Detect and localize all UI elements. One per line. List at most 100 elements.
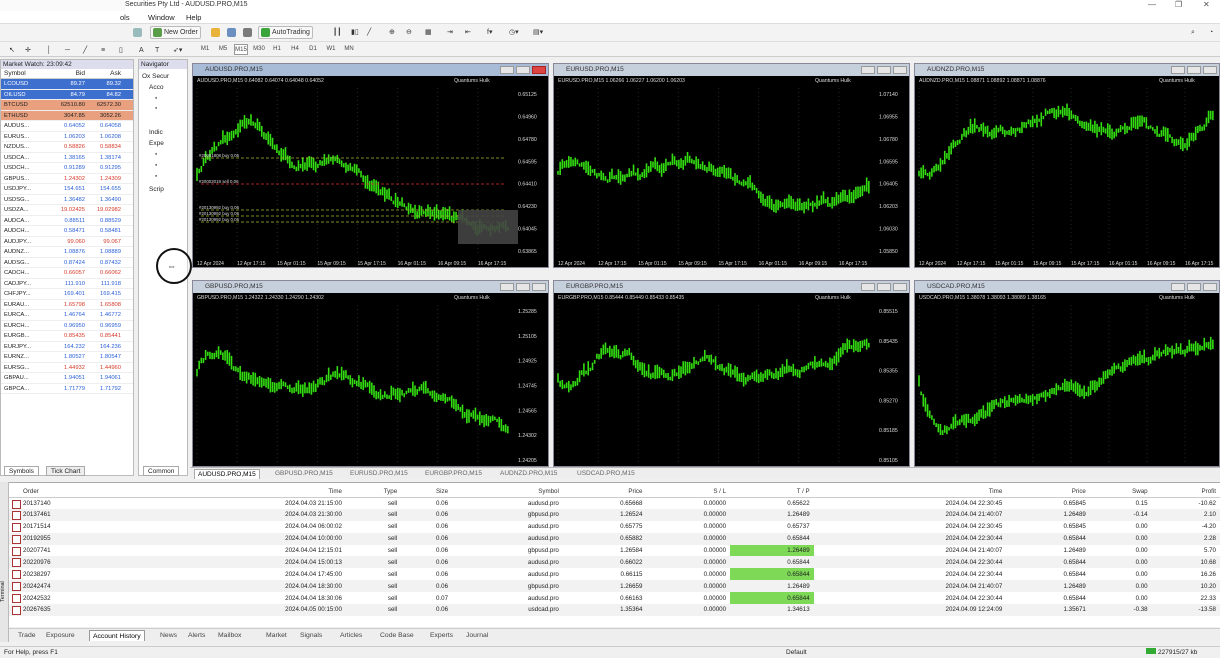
market-watch-row[interactable]: EURAU... 1.65798 1.65808: [1, 299, 133, 310]
terminal-tab-account-history[interactable]: Account History: [89, 630, 145, 641]
table-row[interactable]: 20137461 2024.04.03 21:30:00 sell 0.06 gbpus…: [9, 508, 1220, 521]
nav-subitem[interactable]: ▪: [155, 173, 157, 180]
market-watch-row[interactable]: LCOUSD 89.27 89.32: [1, 79, 133, 90]
table-row[interactable]: 20137140 2024.04.03 21:15:00 sell 0.06 audus…: [9, 497, 1220, 509]
timeframe-h1[interactable]: H1: [270, 44, 284, 55]
table-row[interactable]: 20220976 2024.04.04 15:00:13 sell 0.06 audus…: [9, 556, 1220, 569]
timeframe-w1[interactable]: W1: [324, 44, 338, 55]
market-watch-row[interactable]: CHFJPY... 169.401 169.415: [1, 289, 133, 300]
market-watch-row[interactable]: BTCUSD 62510.80 62572.30: [1, 100, 133, 111]
chart-tab-audnzd[interactable]: AUDNZD.PRO,M15: [497, 469, 560, 479]
column-header[interactable]: Size: [401, 486, 453, 498]
tab-symbols[interactable]: Symbols: [4, 466, 39, 476]
market-watch-row[interactable]: AUDUS... 0.64052 0.64058: [1, 121, 133, 132]
terminal-tab-mailbox[interactable]: Mailbox: [215, 630, 244, 641]
text-icon[interactable]: A: [136, 44, 147, 57]
chart-window-gbpusd[interactable]: GBPUSD.PRO,M15 1.25285 1.25105 1.24925 1.247…: [192, 280, 549, 467]
column-header[interactable]: Time: [153, 486, 346, 498]
chart-new-icon[interactable]: [130, 26, 147, 39]
terminal-tab-trade[interactable]: Trade: [15, 630, 39, 641]
column-header[interactable]: Swap: [1089, 486, 1152, 498]
timeframe-m5[interactable]: M5: [216, 44, 230, 55]
terminal-tab-articles[interactable]: Articles: [337, 630, 365, 641]
market-watch-row[interactable]: AUDJPY... 99.060 99.067: [1, 236, 133, 247]
chart-window-audusd[interactable]: AUDUSD.PRO,M15 0.65125 0.64960 0.64780 0.645…: [192, 63, 549, 268]
table-row[interactable]: 20242474 2024.04.04 18:30:00 sell 0.06 gbpus…: [9, 580, 1220, 593]
search-icon[interactable]: ⌕: [1188, 26, 1198, 39]
maximize-button[interactable]: ❐: [1175, 0, 1182, 9]
market-watch-row[interactable]: ETHUSD 3047.85 3052.26: [1, 110, 133, 121]
menu-window[interactable]: Window: [148, 13, 175, 22]
templates-icon[interactable]: ▤▾: [530, 26, 546, 39]
terminal-tab-market[interactable]: Market: [263, 630, 290, 641]
timeframe-d1[interactable]: D1: [306, 44, 320, 55]
market-watch-row[interactable]: EURCH... 0.96950 0.96959: [1, 320, 133, 331]
market-watch-row[interactable]: EURCA... 1.46764 1.46772: [1, 310, 133, 321]
market-watch-row[interactable]: AUDNZ... 1.08876 1.08889: [1, 247, 133, 258]
trendline-icon[interactable]: ╱: [80, 44, 90, 57]
signals-icon[interactable]: [224, 26, 241, 39]
market-watch-row[interactable]: USDJPY... 154.651 154.655: [1, 184, 133, 195]
nav-item-securities[interactable]: Ox Secur: [142, 73, 169, 80]
column-header[interactable]: Profit: [1151, 486, 1220, 498]
market-watch-row[interactable]: EURGB... 0.85435 0.85441: [1, 331, 133, 342]
line-chart-icon[interactable]: ╱: [364, 26, 374, 39]
column-header[interactable]: Price: [562, 486, 647, 498]
table-row[interactable]: 20171514 2024.04.04 06:00:02 sell 0.06 audus…: [9, 521, 1220, 533]
timeframe-m30[interactable]: M30: [252, 44, 266, 55]
chart-window-eurgbp[interactable]: EURGBP.PRO,M15 0.85515 0.85435 0.85355 0.852…: [553, 280, 910, 467]
market-watch-row[interactable]: OILUSD 84.79 84.82: [1, 89, 133, 100]
tab-tick-chart[interactable]: Tick Chart: [46, 466, 86, 476]
table-row[interactable]: 20207741 2024.04.04 12:15:01 sell 0.06 gbpus…: [9, 544, 1220, 557]
market-watch-row[interactable]: AUDCH... 0.58471 0.58481: [1, 226, 133, 237]
bar-chart-icon[interactable]: ┃┃: [330, 26, 344, 39]
market-watch-row[interactable]: USDZA... 19.02425 19.02982: [1, 205, 133, 216]
auto-trading-button[interactable]: AutoTrading: [258, 26, 313, 39]
terminal-tab-signals[interactable]: Signals: [297, 630, 325, 641]
timeframe-mn[interactable]: MN: [342, 44, 356, 55]
new-order-button[interactable]: New Order: [150, 26, 201, 39]
terminal-tab-news[interactable]: News: [157, 630, 180, 641]
nav-subitem[interactable]: ▪: [155, 95, 157, 102]
periods-icon[interactable]: ◷▾: [506, 26, 522, 39]
column-header[interactable]: Symbol: [452, 486, 563, 498]
nav-subitem[interactable]: ▪: [155, 162, 157, 169]
menu-tools[interactable]: ols: [120, 13, 130, 22]
account-icon[interactable]: ◔: [1206, 26, 1216, 39]
timeframe-m15[interactable]: M15: [234, 44, 248, 55]
market-watch-row[interactable]: USDSG... 1.36482 1.36490: [1, 194, 133, 205]
zoom-in-icon[interactable]: ⊕: [386, 26, 398, 39]
market-watch-row[interactable]: EURJPY... 164.232 164.236: [1, 341, 133, 352]
nav-subitem[interactable]: ▪: [155, 105, 157, 112]
metaeditor-icon[interactable]: [208, 26, 225, 39]
nav-subitem[interactable]: ▪: [155, 151, 157, 158]
market-watch-row[interactable]: USDCH... 0.91289 0.91295: [1, 163, 133, 174]
cursor-icon[interactable]: ↖: [6, 44, 18, 57]
table-row[interactable]: 20192955 2024.04.04 10:00:00 sell 0.06 audus…: [9, 532, 1220, 545]
column-header[interactable]: Time: [813, 486, 1007, 498]
tile-windows-icon[interactable]: ▦: [422, 26, 435, 39]
terminal-tab-exposure[interactable]: Exposure: [43, 630, 78, 641]
chart-window-eurusd[interactable]: EURUSD.PRO,M15 1.07140 1.06955 1.06780 1.065…: [553, 63, 910, 268]
market-watch-row[interactable]: EURSG... 1.44932 1.44960: [1, 362, 133, 373]
crosshair-icon[interactable]: ✛: [22, 44, 34, 57]
chart-tab-eurgbp[interactable]: EURGBP.PRO,M15: [422, 469, 485, 479]
market-watch-row[interactable]: GBPAU... 1.94051 1.94061: [1, 373, 133, 384]
nav-item-experts[interactable]: Expe: [149, 140, 164, 147]
fibonacci-icon[interactable]: ▯: [116, 44, 126, 57]
text-label-icon[interactable]: T: [152, 44, 162, 57]
minimize-button[interactable]: —: [1148, 0, 1156, 9]
market-watch-row[interactable]: CADJPY... 111.910 111.918: [1, 278, 133, 289]
terminal-tab-code-base[interactable]: Code Base: [377, 630, 417, 641]
nav-item-indicators[interactable]: Indic: [149, 129, 163, 136]
chart-window-audnzd[interactable]: AUDNZD.PRO,M15 12 Apr 2024 12 Apr 17:15 15 …: [914, 63, 1220, 268]
column-header[interactable]: Price: [1006, 486, 1090, 498]
chart-tab-gbpusd[interactable]: GBPUSD.PRO,M15: [272, 469, 336, 479]
arrows-icon[interactable]: ➶▾: [170, 44, 185, 57]
chart-window-usdcad[interactable]: USDCAD.PRO,M15 USDCAD.PRO,M15 1.38078 1.3…: [914, 280, 1220, 467]
market-watch-row[interactable]: AUDSG... 0.87424 0.87432: [1, 257, 133, 268]
table-row[interactable]: 20238297 2024.04.04 17:45:00 sell 0.06 audus…: [9, 568, 1220, 581]
zoom-out-icon[interactable]: ⊖: [403, 26, 415, 39]
timeframe-m1[interactable]: M1: [198, 44, 212, 55]
column-header[interactable]: Order: [9, 486, 154, 498]
